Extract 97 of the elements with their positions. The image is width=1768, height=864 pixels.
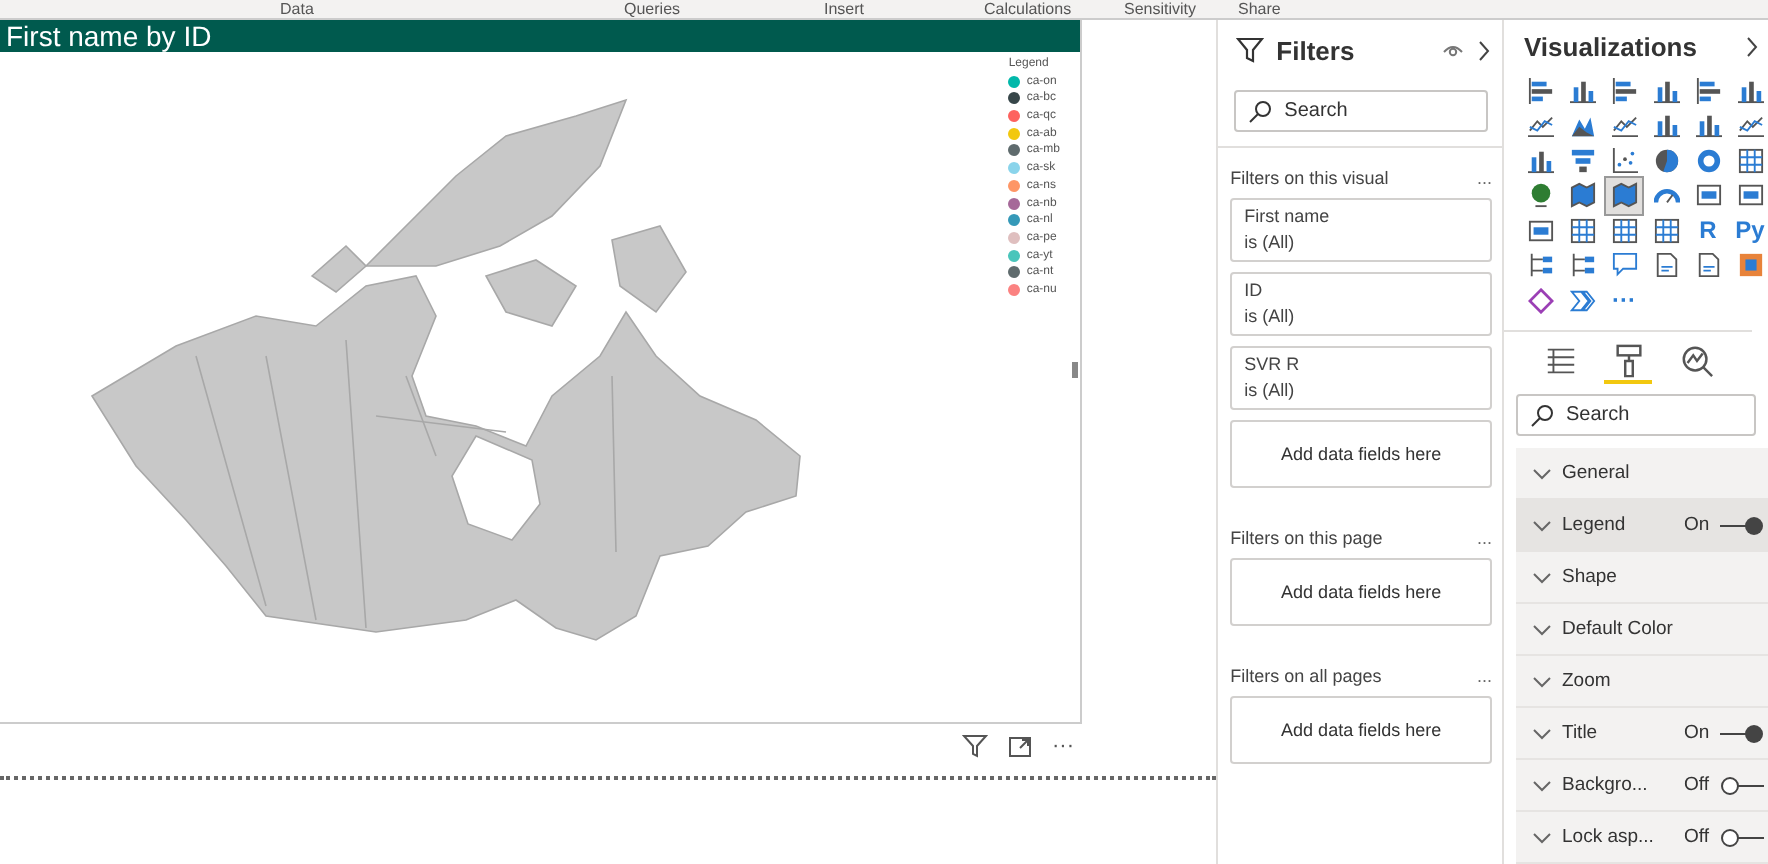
chevron-right-icon[interactable] — [1476, 39, 1492, 61]
filter-card[interactable]: SVR R is (All) — [1230, 346, 1492, 410]
card-icon[interactable] — [1527, 217, 1553, 244]
format-section[interactable]: Legend On — [1516, 500, 1768, 552]
fields-icon[interactable] — [1543, 343, 1577, 377]
filter-field-name: ID — [1244, 280, 1265, 302]
map-icon[interactable] — [1611, 182, 1637, 209]
pane-title: Visualizations — [1524, 31, 1697, 62]
pie-chart-icon[interactable] — [1653, 147, 1679, 174]
filter-card[interactable]: First name is (All) — [1230, 198, 1492, 262]
filter-condition: is (All) — [1244, 232, 1297, 254]
paint-roller-icon[interactable] — [1611, 343, 1645, 377]
table-icon[interactable] — [1653, 217, 1679, 244]
format-section[interactable]: Default Color — [1516, 604, 1768, 656]
filter-card[interactable]: ID is (All) — [1230, 272, 1492, 336]
toggle-switch[interactable] — [1719, 515, 1764, 535]
format-section[interactable]: Lock asp... Off — [1516, 812, 1768, 864]
drop-zone[interactable]: Add data fields here — [1230, 558, 1492, 626]
card-icon[interactable] — [1737, 182, 1763, 209]
column-chart-icon[interactable] — [1695, 112, 1721, 139]
line-chart-icon[interactable] — [1527, 112, 1553, 139]
column-chart-icon[interactable] — [1737, 77, 1763, 104]
ribbon-group-label: Calculations — [984, 0, 1072, 18]
drop-zone[interactable]: Add data fields here — [1230, 696, 1492, 764]
ribbon-group-label: Queries — [624, 0, 681, 18]
column-chart-icon[interactable] — [1569, 77, 1595, 104]
focus-mode-icon[interactable] — [1008, 734, 1032, 758]
analytics-icon[interactable] — [1679, 343, 1713, 377]
pane-title: Filters — [1276, 35, 1355, 65]
chevron-down-icon — [1532, 727, 1552, 739]
bar-chart-icon[interactable] — [1695, 77, 1721, 104]
visual-title: First name by ID — [0, 20, 1080, 52]
toggle-switch[interactable] — [1719, 775, 1763, 795]
drop-zone[interactable]: Add data fields here — [1230, 420, 1492, 488]
visual-type-button[interactable]: ··· — [1612, 286, 1636, 315]
filter-condition: is (All) — [1244, 306, 1297, 328]
chevron-down-icon — [1532, 831, 1552, 843]
chevron-down-icon — [1532, 623, 1552, 635]
funnel-chart-icon[interactable] — [1569, 147, 1595, 174]
chevrons-icon[interactable] — [1569, 287, 1595, 314]
visual-type-button[interactable]: Py — [1735, 216, 1765, 245]
filter-condition: is (All) — [1244, 380, 1297, 402]
map-icon[interactable] — [1569, 182, 1595, 209]
more-options-button[interactable]: ... — [1476, 168, 1492, 188]
column-chart-icon[interactable] — [1653, 77, 1679, 104]
filter-icon[interactable] — [962, 734, 988, 758]
visual-type-button[interactable]: R — [1699, 216, 1717, 245]
filter-section-title: Filters on all pages — [1230, 666, 1382, 686]
bar-chart-icon[interactable] — [1611, 77, 1637, 104]
donut-chart-icon[interactable] — [1695, 147, 1721, 174]
tree-icon[interactable] — [1527, 252, 1553, 279]
more-options-button[interactable]: ... — [1476, 666, 1492, 686]
format-section[interactable]: Title On — [1516, 708, 1768, 760]
more-options-button[interactable]: ··· — [1052, 734, 1074, 758]
table-icon[interactable] — [1569, 217, 1595, 244]
eye-icon[interactable] — [1442, 42, 1464, 58]
table-icon[interactable] — [1737, 147, 1763, 174]
column-chart-icon[interactable] — [1527, 147, 1553, 174]
bar-chart-icon[interactable] — [1527, 77, 1553, 104]
filter-section-title: Filters on this visual — [1230, 168, 1389, 188]
table-icon[interactable] — [1611, 217, 1637, 244]
filter-icon — [1236, 36, 1265, 64]
scatter-chart-icon[interactable] — [1611, 147, 1637, 174]
filter-field-name: First name — [1244, 206, 1332, 228]
more-options-button[interactable]: ... — [1476, 528, 1492, 548]
search-icon — [1248, 99, 1273, 123]
chevron-down-icon — [1532, 571, 1552, 583]
document-icon[interactable] — [1653, 252, 1679, 279]
toggle-switch[interactable] — [1719, 827, 1763, 847]
tree-icon[interactable] — [1569, 252, 1595, 279]
toggle-switch[interactable] — [1719, 723, 1764, 743]
line-chart-icon[interactable] — [1611, 112, 1637, 139]
chevron-down-icon — [1532, 675, 1552, 687]
ribbon-group-label: Data — [280, 0, 314, 18]
card-icon[interactable] — [1695, 182, 1721, 209]
chevron-down-icon — [1532, 779, 1552, 791]
chevron-down-icon — [1532, 467, 1552, 479]
format-section[interactable]: Backgro... Off — [1516, 760, 1768, 812]
area-chart-icon[interactable] — [1569, 112, 1595, 139]
chevron-right-icon[interactable] — [1744, 35, 1760, 58]
format-section[interactable]: Shape — [1516, 552, 1768, 604]
speech-bubble-icon[interactable] — [1611, 252, 1637, 279]
format-section[interactable]: Zoom — [1516, 656, 1768, 708]
ribbon-group-label: Share — [1238, 0, 1281, 18]
document-icon[interactable] — [1695, 252, 1721, 279]
filter-section-title: Filters on this page — [1230, 528, 1383, 548]
search-field[interactable]: Search — [1234, 90, 1488, 132]
chevron-down-icon — [1532, 519, 1552, 531]
legend-scrollbar[interactable] — [1072, 362, 1078, 378]
filter-field-name: SVR R — [1244, 354, 1302, 376]
column-chart-icon[interactable] — [1653, 112, 1679, 139]
ribbon-group-label: Sensitivity — [1124, 0, 1197, 18]
line-chart-icon[interactable] — [1737, 112, 1763, 139]
ribbon-group-label: Insert — [824, 0, 865, 18]
search-field[interactable]: Search — [1516, 394, 1756, 436]
search-icon — [1530, 403, 1554, 427]
diamond-icon[interactable] — [1527, 287, 1553, 314]
